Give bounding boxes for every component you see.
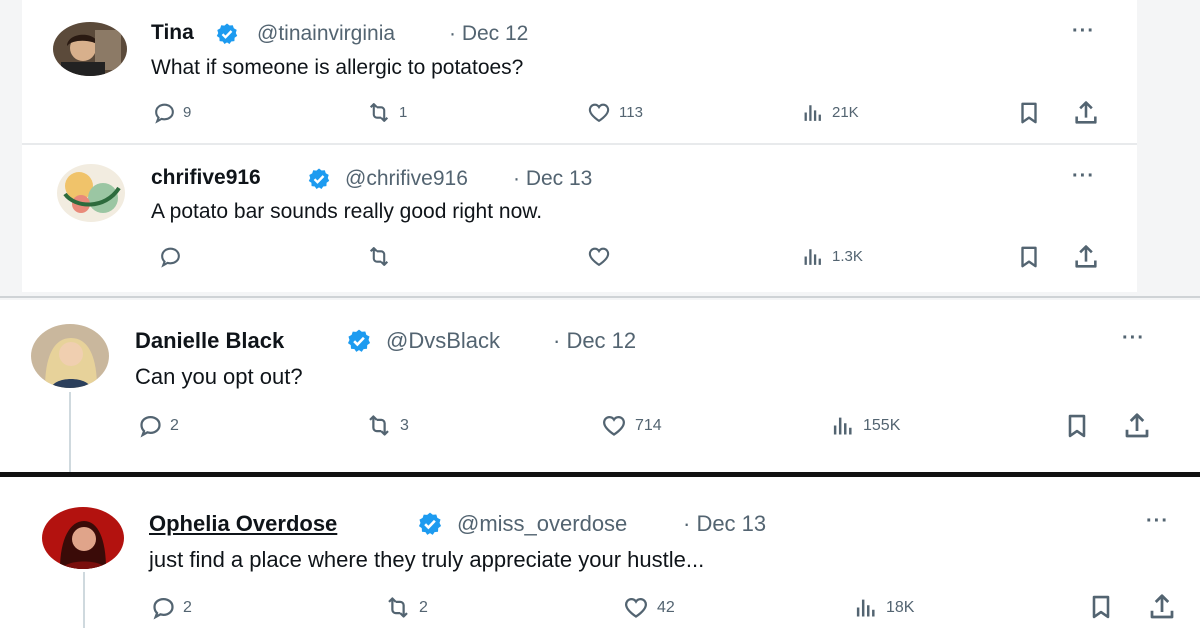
author-handle[interactable]: @DvsBlack xyxy=(386,328,500,354)
repost-icon xyxy=(364,412,394,439)
reply-count: 2 xyxy=(170,416,179,434)
repost-count: 2 xyxy=(419,598,428,616)
like-count: 42 xyxy=(657,598,675,616)
repost-icon xyxy=(365,244,393,269)
repost-count: 1 xyxy=(399,104,408,121)
author-name[interactable]: Tina xyxy=(151,21,194,45)
tweet-date[interactable]: · Dec 13 xyxy=(513,167,592,191)
repost-icon xyxy=(383,594,413,621)
reply-count: 9 xyxy=(183,104,192,121)
like-icon xyxy=(621,594,651,621)
tweet-danielle-black[interactable]: Danielle Black @DvsBlack · Dec 12 ··· Ca… xyxy=(0,300,1200,472)
avatar[interactable] xyxy=(31,324,109,388)
tweet-tina[interactable]: Tina @tinainvirginia · Dec 12 ··· What i… xyxy=(0,0,1200,143)
views-icon xyxy=(800,100,826,125)
repost-icon xyxy=(365,100,393,125)
share-icon[interactable] xyxy=(1072,99,1100,127)
author-name[interactable]: Ophelia Overdose xyxy=(149,511,337,537)
reply-panel-bottom: Ophelia Overdose @miss_overdose · Dec 13… xyxy=(0,477,1200,628)
like-icon xyxy=(585,100,613,125)
like-count: 113 xyxy=(619,104,643,121)
verified-badge-icon xyxy=(215,22,239,46)
views-count: 1.3K xyxy=(832,248,863,265)
like-button[interactable]: 42 xyxy=(621,594,675,621)
repost-button[interactable]: 1 xyxy=(365,100,407,125)
reply-icon xyxy=(158,244,183,269)
share-icon[interactable] xyxy=(1122,411,1152,441)
views-button[interactable]: 18K xyxy=(852,594,914,621)
tweet-text: A potato bar sounds really good right no… xyxy=(151,200,543,223)
tweet-text: just find a place where they truly appre… xyxy=(149,547,705,572)
reply-icon xyxy=(150,594,177,621)
more-icon[interactable]: ··· xyxy=(1072,20,1095,43)
like-button[interactable] xyxy=(585,244,619,269)
repost-count: 3 xyxy=(400,416,409,434)
views-icon xyxy=(852,594,880,621)
reply-button[interactable]: 2 xyxy=(137,412,179,439)
views-count: 21K xyxy=(832,104,859,121)
bookmark-icon[interactable] xyxy=(1016,100,1042,126)
reply-count: 2 xyxy=(183,598,192,616)
author-handle[interactable]: @chrifive916 xyxy=(345,167,468,191)
tweet-date[interactable]: · Dec 12 xyxy=(449,22,528,46)
repost-button[interactable]: 3 xyxy=(364,412,409,439)
reply-panel-top: Tina @tinainvirginia · Dec 12 ··· What i… xyxy=(0,0,1200,300)
repost-button[interactable] xyxy=(365,244,399,269)
bookmark-icon[interactable] xyxy=(1087,593,1115,621)
avatar[interactable] xyxy=(42,507,124,569)
tweet-date[interactable]: · Dec 12 xyxy=(553,328,636,354)
author-name[interactable]: chrifive916 xyxy=(151,166,261,190)
verified-badge-icon xyxy=(307,167,331,191)
bookmark-icon[interactable] xyxy=(1063,412,1091,440)
views-button[interactable]: 155K xyxy=(829,412,900,439)
more-icon[interactable]: ··· xyxy=(1072,165,1095,188)
author-name[interactable]: Danielle Black xyxy=(135,328,284,354)
like-icon xyxy=(599,412,629,439)
share-icon[interactable] xyxy=(1147,592,1177,622)
avatar[interactable] xyxy=(57,164,125,222)
tweet-text: What if someone is allergic to potatoes? xyxy=(151,56,524,79)
reply-button[interactable] xyxy=(158,244,189,269)
tweet-chrifive916[interactable]: chrifive916 @chrifive916 · Dec 13 ··· A … xyxy=(0,145,1200,293)
tweet-text: Can you opt out? xyxy=(135,364,303,389)
panel-border xyxy=(0,296,1200,298)
like-button[interactable]: 113 xyxy=(585,100,643,125)
like-icon xyxy=(585,244,613,269)
reply-icon xyxy=(137,412,164,439)
tweet-date[interactable]: · Dec 13 xyxy=(683,511,766,537)
views-icon xyxy=(829,412,857,439)
views-count: 18K xyxy=(886,598,915,616)
views-count: 155K xyxy=(863,416,901,434)
tweet-ophelia-overdose[interactable]: Ophelia Overdose @miss_overdose · Dec 13… xyxy=(0,477,1200,628)
more-icon[interactable]: ··· xyxy=(1146,510,1169,533)
verified-badge-icon xyxy=(346,328,372,354)
reply-button[interactable]: 9 xyxy=(152,100,191,125)
more-icon[interactable]: ··· xyxy=(1122,327,1145,350)
repost-button[interactable]: 2 xyxy=(383,594,428,621)
author-handle[interactable]: @tinainvirginia xyxy=(257,22,395,46)
author-handle[interactable]: @miss_overdose xyxy=(457,511,627,537)
verified-badge-icon xyxy=(417,511,443,537)
views-button[interactable]: 1.3K xyxy=(800,244,863,269)
like-count: 714 xyxy=(635,416,662,434)
views-icon xyxy=(800,244,826,269)
share-icon[interactable] xyxy=(1072,243,1100,271)
reply-panel-middle: Danielle Black @DvsBlack · Dec 12 ··· Ca… xyxy=(0,300,1200,472)
bookmark-icon[interactable] xyxy=(1016,244,1042,270)
avatar[interactable] xyxy=(53,22,127,76)
views-button[interactable]: 21K xyxy=(800,100,859,125)
like-button[interactable]: 714 xyxy=(599,412,662,439)
reply-icon xyxy=(152,100,177,125)
reply-button[interactable]: 2 xyxy=(150,594,192,621)
